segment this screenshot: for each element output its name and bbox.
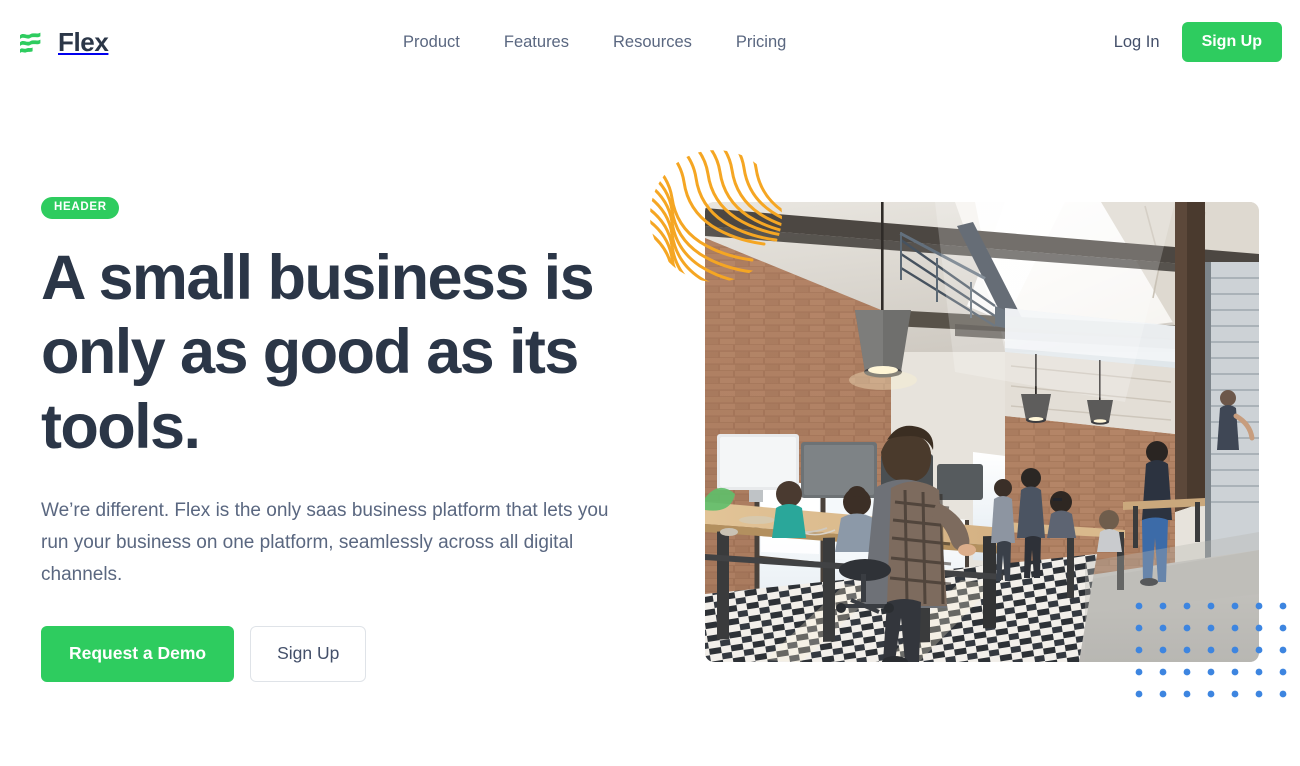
main-navigation: Product Features Resources Pricing	[403, 27, 786, 58]
nav-item-resources[interactable]: Resources	[613, 27, 692, 58]
office-photo-illustration	[705, 202, 1259, 662]
nav-item-pricing[interactable]: Pricing	[736, 27, 786, 58]
hero-section: HEADER A small business is only as good …	[0, 84, 1300, 766]
brand-name: Flex	[58, 27, 109, 57]
site-header: Flex Product Features Resources Pricing …	[0, 0, 1300, 84]
signup-button[interactable]: Sign Up	[1181, 22, 1282, 62]
header-actions: Log In Sign Up	[1114, 22, 1282, 62]
login-link[interactable]: Log In	[1114, 33, 1160, 52]
nav-item-features[interactable]: Features	[504, 27, 569, 58]
hero-visual	[0, 84, 1300, 766]
flex-wave-logo-icon	[20, 32, 41, 53]
hero-photo	[705, 202, 1259, 662]
brand-logo[interactable]: Flex	[18, 27, 109, 57]
nav-item-product[interactable]: Product	[403, 27, 460, 58]
